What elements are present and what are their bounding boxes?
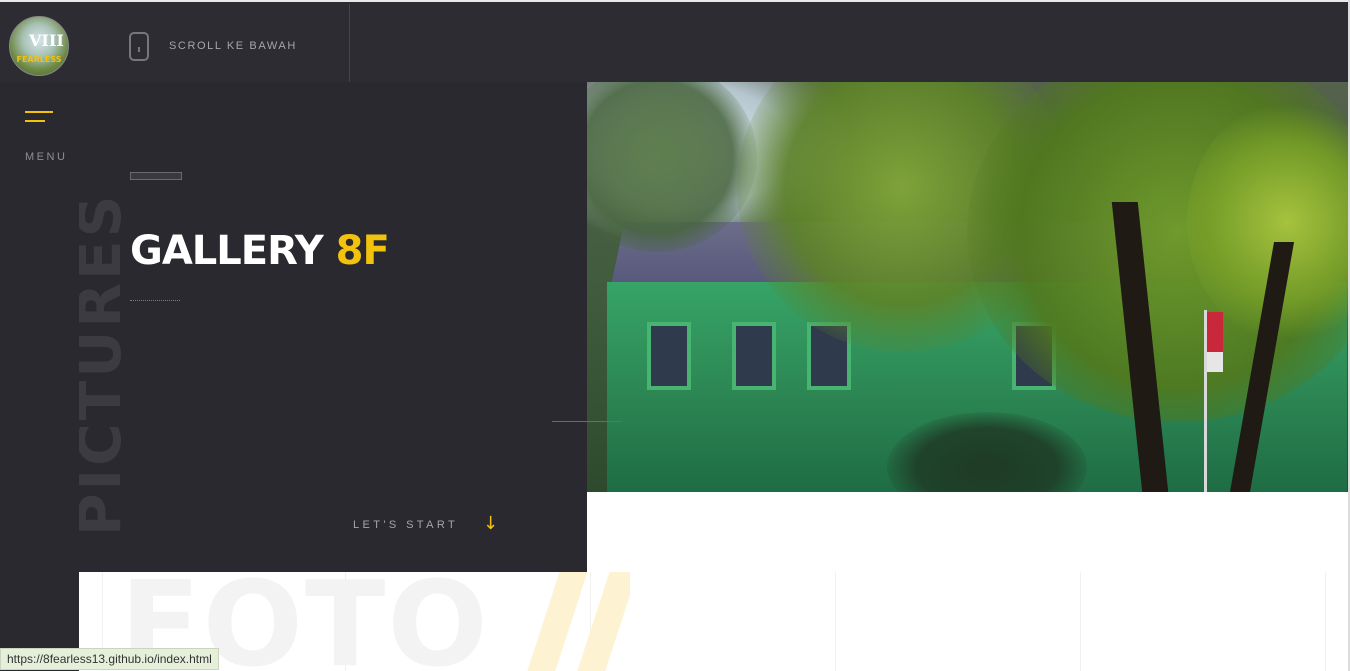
title-decoration-bar	[130, 172, 182, 180]
logo-mark: VIII	[29, 31, 64, 50]
top-header: VIII FEARLESS SCROLL KE BAWAH	[0, 2, 1350, 84]
hero-panel	[79, 82, 587, 572]
menu-icon-line-top	[25, 111, 53, 113]
menu-icon[interactable]	[25, 111, 53, 123]
photo-window	[732, 322, 776, 390]
section-slash-decoration	[520, 572, 630, 671]
slash-stroke	[520, 572, 588, 671]
logo-text: FEARLESS	[16, 55, 62, 64]
hero-photo	[587, 82, 1348, 492]
photo-flag-red	[1207, 312, 1223, 352]
photo-window	[647, 322, 691, 390]
menu-icon-line-bottom	[25, 120, 45, 122]
grid-column-line	[1080, 572, 1081, 671]
hero-title-main: GALLERY	[130, 228, 324, 274]
status-bar-url: https://8fearless13.github.io/index.html	[0, 648, 219, 670]
gallery-section-bg	[587, 492, 1350, 671]
grid-column-line	[835, 572, 836, 671]
menu-label[interactable]: MENU	[25, 151, 67, 163]
hero-title: GALLERY 8F	[130, 228, 390, 274]
scroll-down-label[interactable]: SCROLL KE BAWAH	[169, 40, 297, 52]
title-underline	[130, 300, 180, 301]
arrow-down-icon[interactable]: ↓	[483, 513, 498, 534]
site-logo[interactable]: VIII FEARLESS	[9, 16, 69, 76]
mouse-scroll-icon[interactable]	[129, 32, 149, 61]
hero-title-accent: 8F	[335, 228, 390, 274]
panel-divider-line	[552, 421, 622, 422]
menu-rail	[0, 82, 79, 671]
hero-vertical-word: PICTURES	[79, 86, 121, 536]
photo-flag-white	[1207, 352, 1223, 372]
hero-vertical-word-text: PICTURES	[79, 192, 121, 536]
grid-column-line	[1325, 572, 1326, 671]
header-divider	[349, 4, 350, 84]
lets-start-link[interactable]: LET'S START	[353, 519, 458, 531]
